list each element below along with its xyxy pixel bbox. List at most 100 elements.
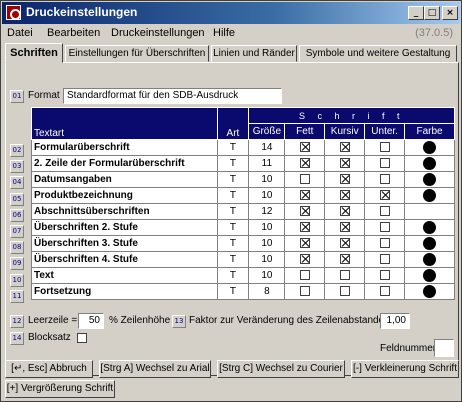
field-number-01[interactable]: 01 [10, 90, 24, 103]
row-farbe-cell[interactable] [404, 283, 455, 300]
row-bold-cell[interactable] [284, 267, 326, 284]
verkleinerung-button[interactable]: [-] Verkleinerung Schrift [351, 360, 459, 378]
table-row[interactable]: Datumsangaben T 10 [31, 171, 455, 188]
row-art[interactable]: T [216, 139, 250, 156]
row-under-cell[interactable] [364, 235, 406, 252]
row-italic-cell[interactable] [324, 267, 366, 284]
field-number-07[interactable]: 07 [10, 225, 24, 238]
field-number-06[interactable]: 06 [10, 208, 24, 222]
row-under-checkbox[interactable] [379, 158, 390, 169]
row-groesse[interactable]: 10 [248, 267, 286, 284]
row-italic-checkbox[interactable] [339, 238, 350, 249]
table-row[interactable]: Text T 10 [31, 267, 455, 284]
row-groesse[interactable]: 10 [248, 235, 286, 252]
row-italic-checkbox[interactable] [339, 158, 350, 169]
row-bold-cell[interactable] [284, 235, 326, 252]
row-bold-cell[interactable] [284, 219, 326, 236]
row-bold-cell[interactable] [284, 139, 326, 156]
row-under-checkbox[interactable] [379, 254, 390, 265]
row-italic-checkbox[interactable] [339, 254, 350, 265]
color-swatch-icon[interactable] [423, 173, 437, 186]
row-italic-checkbox[interactable] [339, 174, 350, 185]
row-under-cell[interactable] [364, 267, 406, 284]
row-groesse[interactable]: 14 [248, 139, 286, 156]
row-under-cell[interactable] [364, 155, 406, 172]
row-groesse[interactable]: 11 [248, 155, 286, 172]
field-number-05[interactable]: 05 [10, 192, 24, 206]
color-swatch-icon[interactable] [423, 237, 437, 250]
row-farbe-cell[interactable] [404, 267, 455, 284]
row-italic-checkbox[interactable] [339, 222, 350, 233]
row-italic-cell[interactable] [324, 219, 366, 236]
field-number-10[interactable]: 10 [10, 273, 24, 287]
close-icon[interactable]: × [442, 6, 458, 20]
row-bold-checkbox[interactable] [299, 190, 310, 201]
row-farbe-cell[interactable] [404, 219, 455, 236]
row-farbe-cell[interactable] [404, 155, 455, 172]
row-art[interactable]: T [216, 235, 250, 252]
row-italic-cell[interactable] [324, 203, 366, 220]
row-art[interactable]: T [216, 155, 250, 172]
menu-bearbeiten[interactable]: Bearbeiten [47, 27, 100, 39]
row-art[interactable]: T [216, 219, 250, 236]
table-row[interactable]: Abschnittsüberschriften T 12 [31, 203, 455, 220]
color-swatch-icon[interactable] [423, 189, 437, 202]
row-bold-checkbox[interactable] [299, 222, 310, 233]
menu-datei[interactable]: Datei [7, 27, 33, 39]
field-number-13[interactable]: 13 [172, 315, 186, 328]
row-farbe-cell[interactable] [404, 187, 455, 204]
row-under-cell[interactable] [364, 203, 406, 220]
tab-schriften[interactable]: Schriften [5, 43, 63, 63]
field-number-11[interactable]: 11 [10, 289, 24, 303]
row-bold-checkbox[interactable] [299, 270, 310, 281]
row-bold-checkbox[interactable] [299, 174, 310, 185]
row-under-cell[interactable] [364, 251, 406, 268]
row-bold-checkbox[interactable] [299, 206, 310, 217]
arial-button[interactable]: [Strg A] Wechsel zu Arial [99, 360, 211, 378]
faktor-input[interactable]: 1,00 [380, 313, 410, 329]
row-under-checkbox[interactable] [379, 190, 390, 201]
row-farbe-cell[interactable] [404, 235, 455, 252]
blocksatz-checkbox[interactable] [77, 333, 87, 343]
row-under-checkbox[interactable] [379, 222, 390, 233]
row-bold-checkbox[interactable] [299, 254, 310, 265]
abbruch-button[interactable]: [↵, Esc] Abbruch [5, 360, 93, 378]
row-groesse[interactable]: 8 [248, 283, 286, 300]
row-art[interactable]: T [216, 171, 250, 188]
color-swatch-icon[interactable] [423, 141, 437, 154]
field-number-02[interactable]: 02 [10, 144, 24, 157]
tab-symbole[interactable]: Symbole und weitere Gestaltung [299, 45, 457, 62]
row-italic-checkbox[interactable] [339, 270, 350, 281]
row-italic-cell[interactable] [324, 139, 366, 156]
row-groesse[interactable]: 10 [248, 171, 286, 188]
row-italic-cell[interactable] [324, 155, 366, 172]
row-groesse[interactable]: 10 [248, 219, 286, 236]
field-number-04[interactable]: 04 [10, 176, 24, 190]
row-groesse[interactable]: 10 [248, 187, 286, 204]
minimize-icon[interactable]: _ [408, 6, 424, 20]
color-swatch-icon[interactable] [423, 253, 437, 266]
row-groesse[interactable]: 12 [248, 203, 286, 220]
format-input[interactable]: Standardformat für den SDB-Ausdruck [63, 88, 282, 104]
row-italic-cell[interactable] [324, 283, 366, 300]
color-swatch-icon[interactable] [423, 221, 437, 234]
row-farbe-cell[interactable] [404, 203, 455, 220]
row-italic-checkbox[interactable] [339, 190, 350, 201]
row-italic-cell[interactable] [324, 171, 366, 188]
tab-linien[interactable]: Linien und Ränder [211, 45, 297, 62]
row-under-cell[interactable] [364, 219, 406, 236]
row-under-cell[interactable] [364, 139, 406, 156]
row-under-checkbox[interactable] [379, 174, 390, 185]
field-number-12[interactable]: 12 [10, 315, 24, 328]
row-under-cell[interactable] [364, 171, 406, 188]
row-art[interactable]: T [216, 283, 250, 300]
maximize-icon[interactable]: □ [424, 6, 440, 20]
row-art[interactable]: T [216, 251, 250, 268]
row-bold-checkbox[interactable] [299, 142, 310, 153]
row-italic-checkbox[interactable] [339, 142, 350, 153]
row-under-checkbox[interactable] [379, 270, 390, 281]
vergroesserung-button[interactable]: [+] Vergrößerung Schrift [5, 380, 115, 398]
row-farbe-cell[interactable] [404, 251, 455, 268]
row-italic-cell[interactable] [324, 235, 366, 252]
table-row[interactable]: Formularüberschrift T 14 [31, 139, 455, 156]
